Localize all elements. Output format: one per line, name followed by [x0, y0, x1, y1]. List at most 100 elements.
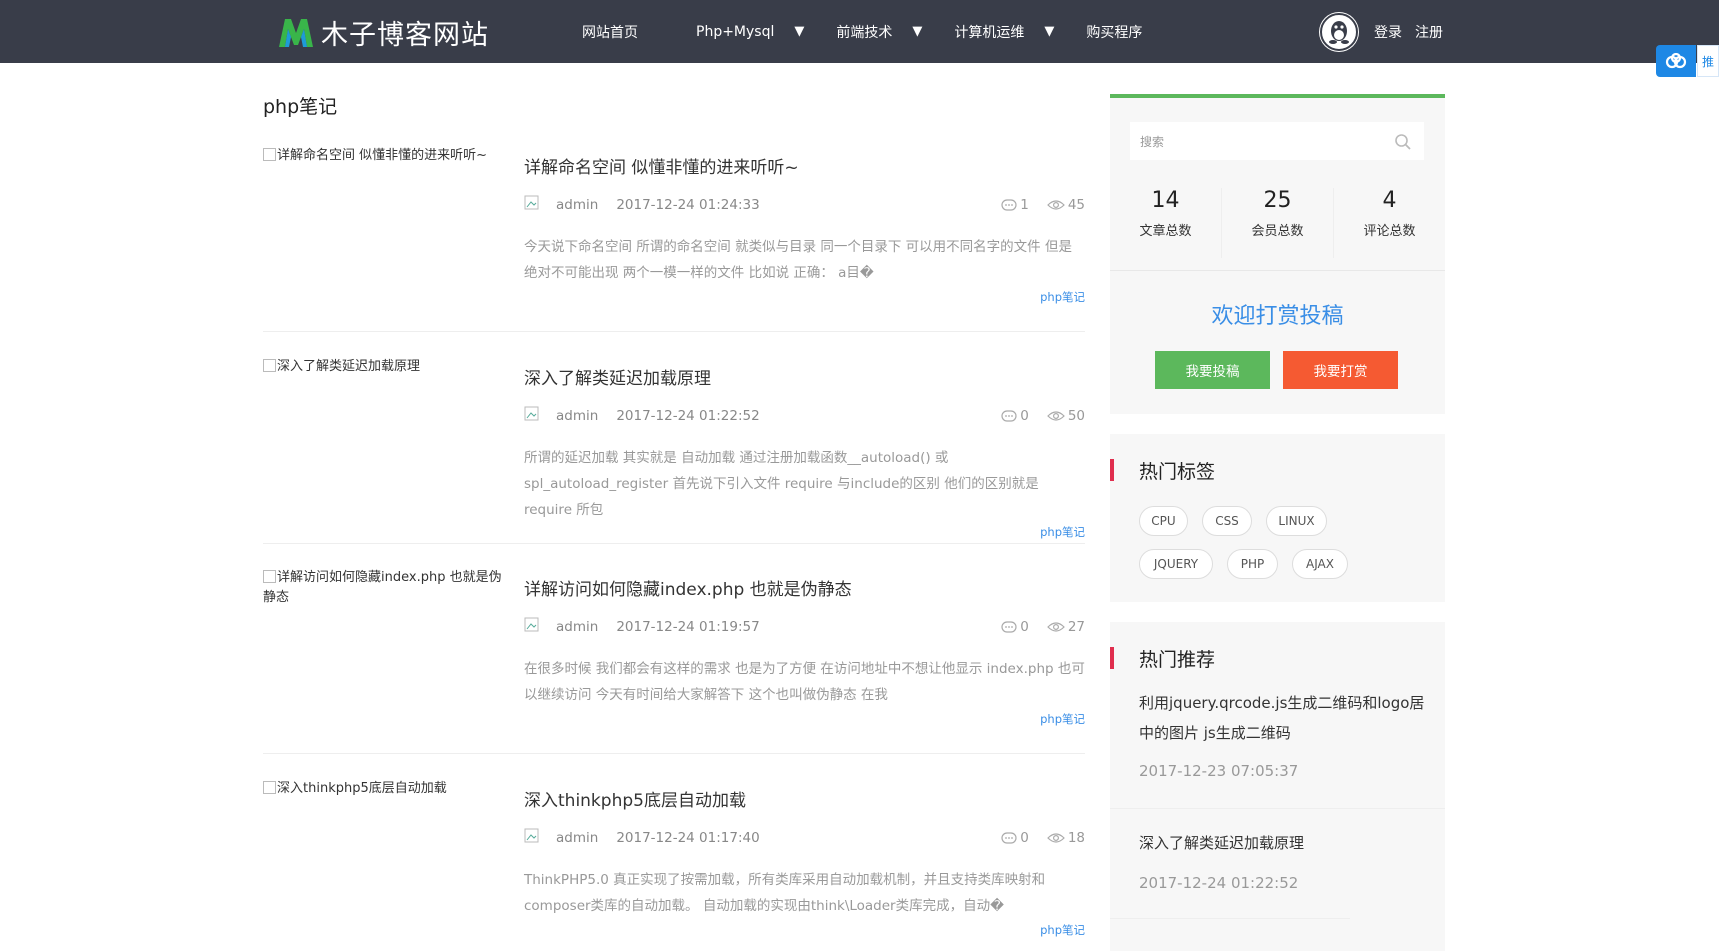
comment-count: 0	[1020, 408, 1029, 424]
article-thumbnail[interactable]: 深入了解类延迟加载原理	[263, 357, 503, 377]
broken-image-icon	[263, 148, 276, 161]
article-stats: 0 27	[1001, 619, 1085, 635]
chevron-down-icon: ▼	[794, 24, 805, 39]
eye-icon	[1046, 622, 1065, 632]
article-title[interactable]: 深入thinkphp5底层自动加载	[524, 786, 746, 811]
login-link[interactable]: 登录	[1374, 22, 1402, 42]
nav-item-label: 前端技术	[836, 24, 893, 41]
tag-pill[interactable]: PHP	[1227, 549, 1278, 579]
search-input[interactable]: 搜索	[1130, 122, 1424, 160]
article-stats: 1 45	[1001, 197, 1085, 213]
article-author[interactable]: admin	[556, 197, 598, 213]
article-stats: 0 50	[1001, 408, 1085, 424]
broken-image-icon	[263, 570, 276, 583]
nav-item-home[interactable]: 网站首页	[582, 22, 638, 42]
article-author[interactable]: admin	[556, 408, 598, 424]
section-marker	[1110, 459, 1114, 481]
submit-post-button[interactable]: 我要投稿	[1155, 351, 1270, 389]
article-thumbnail[interactable]: 详解命名空间 似懂非懂的进来听听~	[263, 146, 503, 166]
article-title[interactable]: 深入了解类延迟加载原理	[524, 364, 711, 389]
reward-button[interactable]: 我要打赏	[1283, 351, 1398, 389]
search-icon[interactable]	[1394, 133, 1412, 151]
side-float-tab[interactable]: 推	[1697, 45, 1719, 77]
stat-label: 会员总数	[1251, 224, 1304, 239]
sidebar-info-card: 搜索 14 文章总数 25 会员总数 4 评论总数 欢迎打赏投稿 我要投稿 我要…	[1110, 94, 1445, 414]
article-meta: admin 2017-12-24 01:24:33 1 45	[524, 195, 1085, 215]
divider	[1110, 808, 1445, 809]
article-meta: admin 2017-12-24 01:22:52 0 50	[524, 406, 1085, 426]
view-count: 50	[1067, 408, 1085, 424]
hot-item-date: 2017-12-24 01:22:52	[1139, 874, 1299, 892]
site-logo[interactable]: 木子博客网站	[277, 14, 489, 51]
qq-avatar-icon[interactable]	[1319, 12, 1359, 52]
thumbnail-alt-text: 详解命名空间 似懂非懂的进来听听~	[277, 148, 488, 163]
cloud-share-icon[interactable]	[1656, 45, 1696, 77]
article-thumbnail[interactable]: 详解访问如何隐藏index.php 也就是伪静态	[263, 568, 503, 608]
article-author[interactable]: admin	[556, 619, 598, 635]
nav-item-buy[interactable]: 购买程序	[1086, 22, 1142, 42]
eye-icon	[1046, 833, 1065, 843]
nav-item-label: Php+Mysql	[696, 23, 775, 40]
article-meta: admin 2017-12-24 01:19:57 0 27	[524, 617, 1085, 637]
view-count: 45	[1067, 197, 1085, 213]
nav-item-label: 购买程序	[1086, 24, 1143, 41]
user-area: 登录 注册	[1319, 12, 1443, 52]
nav-item-label: 网站首页	[582, 24, 638, 41]
hot-item-title[interactable]: 利用jquery.qrcode.js生成二维码和logo居中的图片 js生成二维…	[1139, 688, 1429, 748]
article-category-link[interactable]: php笔记	[1040, 711, 1085, 727]
welcome-heading: 欢迎打赏投稿	[1211, 304, 1344, 329]
article-date: 2017-12-24 01:24:33	[616, 197, 760, 213]
tag-pill[interactable]: CSS	[1202, 506, 1252, 536]
comment-icon	[1001, 199, 1017, 211]
nav-item-php-mysql[interactable]: Php+Mysql ▼	[696, 24, 804, 40]
nav-item-ops[interactable]: 计算机运维 ▼	[954, 22, 1054, 42]
site-stats: 14 文章总数 25 会员总数 4 评论总数	[1110, 188, 1445, 258]
main-nav: 网站首页 Php+Mysql ▼ 前端技术 ▼ 计算机运维 ▼ 购买程序	[582, 0, 1142, 63]
hot-recommend-card: 热门推荐 利用jquery.qrcode.js生成二维码和logo居中的图片 j…	[1110, 622, 1445, 951]
tag-pill[interactable]: LINUX	[1266, 506, 1327, 536]
nav-item-frontend[interactable]: 前端技术 ▼	[836, 22, 922, 42]
tag-pill[interactable]: JQUERY	[1139, 549, 1213, 579]
page-title: php笔记	[263, 96, 338, 118]
thumbnail-alt-text: 深入了解类延迟加载原理	[277, 359, 421, 374]
hot-recommend-title: 热门推荐	[1139, 648, 1216, 671]
stat-label: 评论总数	[1363, 224, 1416, 239]
article-excerpt: 今天说下命名空间 所谓的命名空间 就类似与目录 同一个目录下 可以用不同名字的文…	[524, 239, 1072, 281]
stat-articles: 14 文章总数	[1110, 188, 1222, 258]
hot-item-date: 2017-12-23 07:05:37	[1139, 762, 1299, 780]
article-category-link[interactable]: php笔记	[1040, 922, 1085, 938]
divider	[1110, 270, 1445, 271]
article-thumbnail[interactable]: 深入thinkphp5底层自动加载	[263, 779, 503, 799]
thumbnail-alt-text: 详解访问如何隐藏index.php 也就是伪静态	[263, 570, 502, 605]
eye-icon	[1046, 200, 1065, 210]
article-date: 2017-12-24 01:17:40	[616, 830, 760, 846]
article-item: 深入thinkphp5底层自动加载 深入thinkphp5底层自动加载 admi…	[263, 779, 1085, 951]
article-category-link[interactable]: php笔记	[1040, 524, 1085, 540]
tag-pill[interactable]: AJAX	[1292, 549, 1348, 579]
top-navbar: 木子博客网站 网站首页 Php+Mysql ▼ 前端技术 ▼ 计算机运维 ▼ 购…	[0, 0, 1719, 63]
section-marker	[1110, 647, 1114, 669]
hot-tags-card: 热门标签 CPU CSS LINUX JQUERY PHP AJAX	[1110, 434, 1445, 602]
article-item: 深入了解类延迟加载原理 深入了解类延迟加载原理 admin 2017-12-24…	[263, 357, 1085, 544]
tag-pill[interactable]: CPU	[1139, 506, 1188, 536]
stat-number: 4	[1382, 188, 1397, 213]
hot-item-title[interactable]: 深入了解类延迟加载原理	[1139, 828, 1429, 858]
author-avatar-icon	[524, 617, 544, 637]
article-title[interactable]: 详解命名空间 似懂非懂的进来听听~	[524, 153, 799, 178]
article-excerpt: 在很多时候 我们都会有这样的需求 也是为了方便 在访问地址中不想让他显示 ind…	[524, 661, 1085, 703]
hot-recommend-header: 热门推荐	[1110, 646, 1216, 671]
comment-count: 1	[1020, 197, 1029, 213]
register-link[interactable]: 注册	[1415, 22, 1443, 42]
comment-icon	[1001, 621, 1017, 633]
comment-count: 0	[1020, 830, 1029, 846]
eye-icon	[1046, 411, 1065, 421]
hot-tags-title: 热门标签	[1139, 460, 1216, 483]
broken-image-icon	[263, 359, 276, 372]
article-stats: 0 18	[1001, 830, 1085, 846]
article-author[interactable]: admin	[556, 830, 598, 846]
divider	[1110, 918, 1350, 919]
thumbnail-alt-text: 深入thinkphp5底层自动加载	[277, 781, 447, 796]
author-avatar-icon	[524, 406, 544, 426]
article-category-link[interactable]: php笔记	[1040, 289, 1085, 305]
article-title[interactable]: 详解访问如何隐藏index.php 也就是伪静态	[524, 575, 852, 600]
